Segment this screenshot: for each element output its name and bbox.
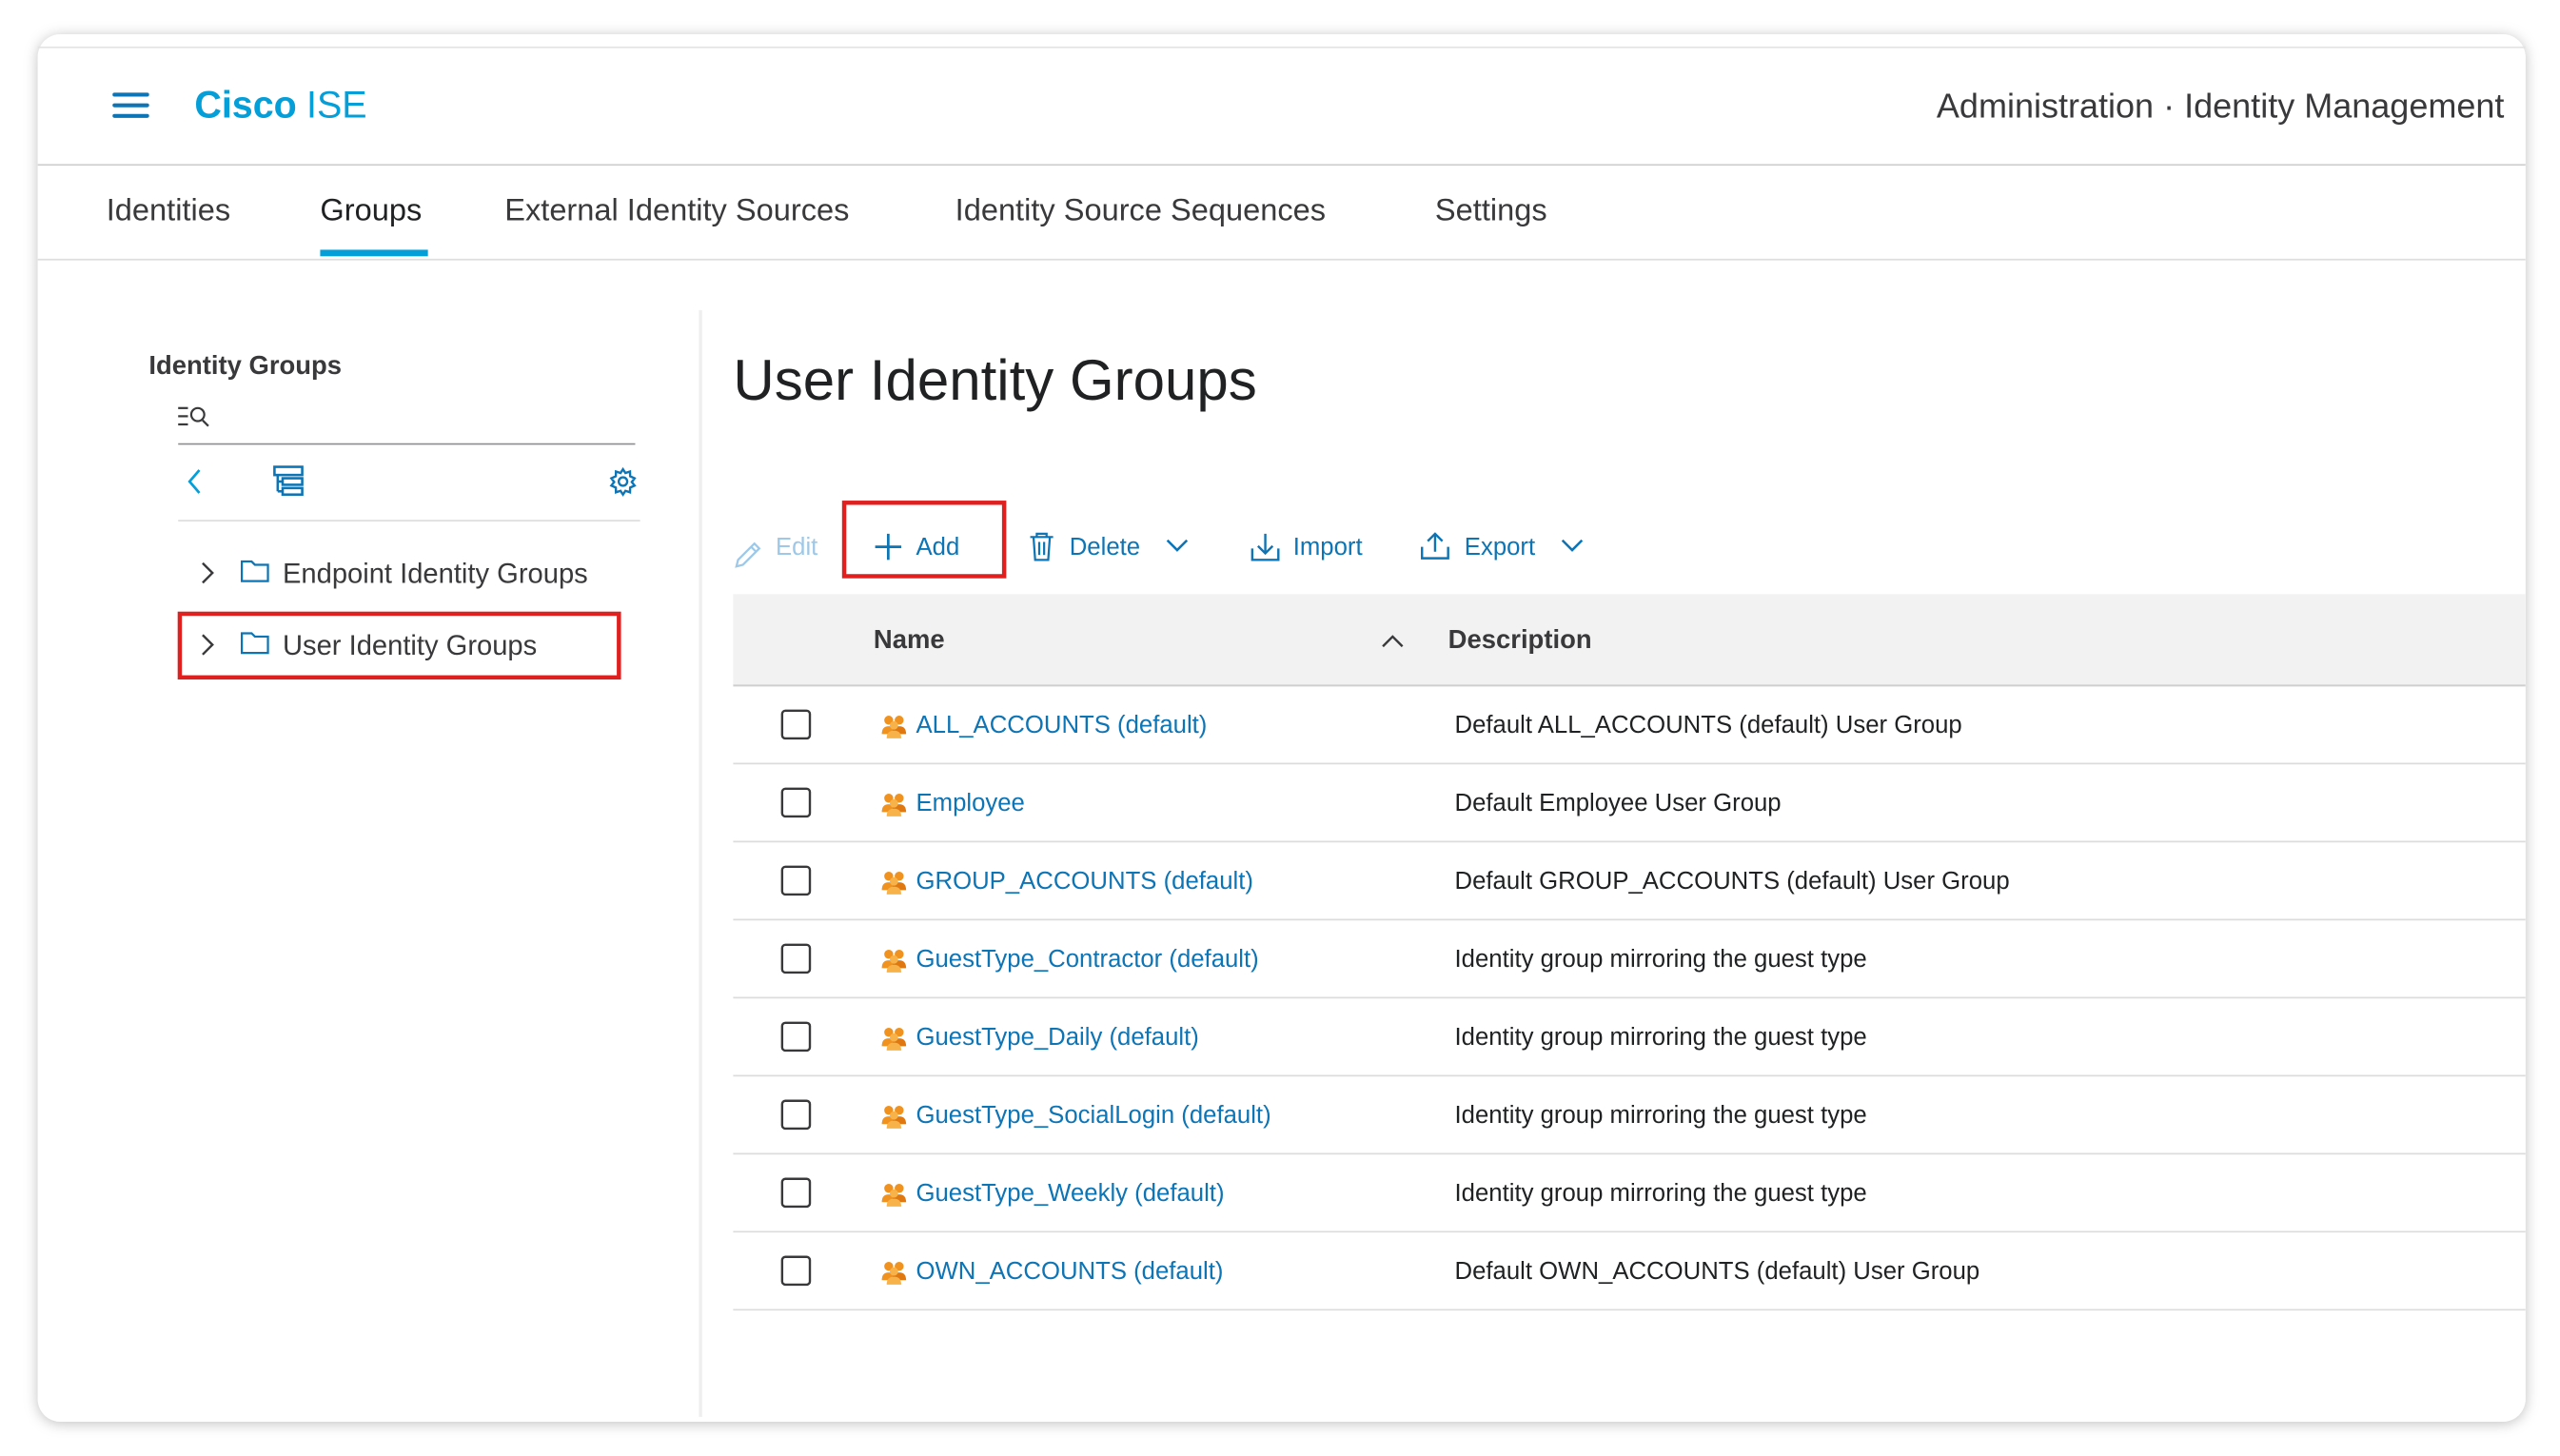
tree-item-label: Endpoint Identity Groups [283, 559, 588, 589]
column-header-description[interactable]: Description [1448, 624, 1592, 654]
group-description: Default Employee User Group [1455, 790, 1782, 817]
group-description: Default ALL_ACCOUNTS (default) User Grou… [1455, 712, 1962, 738]
group-name-link[interactable]: GuestType_SocialLogin (default) [916, 1102, 1270, 1129]
page-title: User Identity Groups [733, 348, 1256, 412]
active-tab-indicator [320, 249, 428, 257]
page-context: Administration · Identity Management [1937, 86, 2505, 125]
row-checkbox[interactable] [780, 1021, 812, 1053]
tree-item-label: User Identity Groups [283, 631, 537, 661]
add-button[interactable]: Add [875, 533, 960, 561]
group-name-link[interactable]: GuestType_Contractor (default) [916, 946, 1258, 973]
row-checkbox[interactable] [780, 1255, 812, 1287]
group-name-link[interactable]: Employee [916, 790, 1024, 817]
group-description: Default OWN_ACCOUNTS (default) User Grou… [1455, 1258, 1980, 1285]
row-checkbox[interactable] [780, 1099, 812, 1131]
tab-external-identity-sources[interactable]: External Identity Sources [504, 193, 849, 227]
brand-logo: Cisco ISE [194, 84, 366, 126]
group-name-link[interactable]: GuestType_Weekly (default) [916, 1180, 1224, 1207]
row-checkbox[interactable] [780, 787, 812, 818]
import-label: Import [1293, 534, 1363, 561]
add-label: Add [916, 534, 959, 561]
sidebar-title: Identity Groups [148, 350, 342, 380]
tab-groups[interactable]: Groups [320, 193, 422, 227]
tab-identity-source-sequences[interactable]: Identity Source Sequences [955, 193, 1326, 227]
group-description: Identity group mirroring the guest type [1455, 1102, 1867, 1129]
group-description: Default GROUP_ACCOUNTS (default) User Gr… [1455, 868, 2010, 895]
group-name-link[interactable]: ALL_ACCOUNTS (default) [916, 712, 1207, 738]
brand-bold: Cisco [194, 84, 296, 126]
delete-label: Delete [1070, 534, 1140, 561]
group-name-link[interactable]: GuestType_Daily (default) [916, 1024, 1198, 1051]
group-description: Identity group mirroring the guest type [1455, 1024, 1867, 1051]
table-header [733, 594, 2526, 686]
app-window [37, 34, 2526, 1422]
edit-label: Edit [776, 534, 817, 561]
brand-light: ISE [306, 84, 367, 126]
group-description: Identity group mirroring the guest type [1455, 946, 1867, 973]
row-checkbox[interactable] [780, 1177, 812, 1209]
tab-identities[interactable]: Identities [107, 193, 230, 227]
export-label: Export [1465, 534, 1535, 561]
row-checkbox[interactable] [780, 865, 812, 896]
group-name-link[interactable]: OWN_ACCOUNTS (default) [916, 1258, 1223, 1285]
group-name-link[interactable]: GROUP_ACCOUNTS (default) [916, 868, 1252, 895]
tab-settings[interactable]: Settings [1435, 193, 1547, 227]
column-header-name[interactable]: Name [874, 624, 945, 654]
row-checkbox[interactable] [780, 943, 812, 974]
row-checkbox[interactable] [780, 709, 812, 740]
group-description: Identity group mirroring the guest type [1455, 1180, 1867, 1207]
